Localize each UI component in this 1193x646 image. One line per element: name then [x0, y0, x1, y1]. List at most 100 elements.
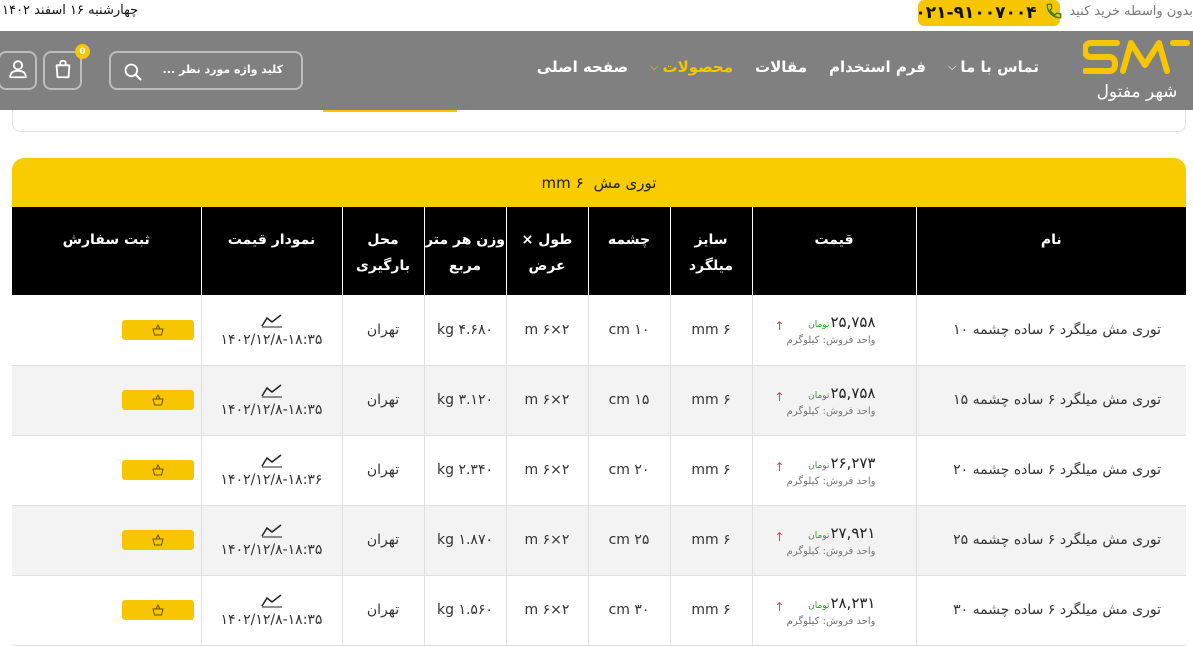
dimensions: ۲×۶ m — [505, 435, 588, 506]
price-currency: تومان — [808, 460, 830, 471]
mesh-size: ۳۰ cm — [587, 575, 670, 646]
column-header-rebar: سایز میلگرد — [669, 207, 752, 295]
price-currency: تومان — [808, 390, 830, 401]
phone-icon — [1045, 2, 1063, 24]
mesh-size: ۱۵ cm — [587, 365, 670, 436]
weight-per-m2: ۳.۱۲۰ kg — [423, 365, 506, 436]
cart-button[interactable] — [43, 51, 82, 90]
product-name[interactable]: توری مش میلگرد ۶ ساده چشمه ۱۰ — [915, 295, 1186, 366]
order-button[interactable] — [122, 460, 194, 480]
rebar-size: ۶ mm — [669, 575, 752, 646]
weight-per-m2: ۲.۳۴۰ kg — [423, 435, 506, 506]
arrow-up-icon: ↑ — [774, 459, 785, 474]
weight-per-m2: ۴.۶۸۰ kg — [423, 295, 506, 366]
price-value: ۲۸,۲۳۱ — [830, 593, 876, 612]
cart-count-badge: 0 — [75, 44, 90, 59]
price-currency: تومان — [808, 530, 830, 541]
phone-link[interactable]: ۰۲۱-۹۱۰۰۷۰۰۴ — [915, 0, 1063, 26]
nav-item-contact[interactable]: تماس با ما ⌵ — [948, 58, 1039, 76]
top-bar: چهارشنبه ۱۶ اسفند ۱۴۰۲ ۰۲۱-۹۱۰۰۷۰۰۴ بدون… — [0, 0, 1193, 31]
line-chart-icon[interactable] — [202, 522, 342, 538]
update-time: ۱۴۰۲/۱۲/۸-۱۸:۳۵ — [220, 402, 323, 418]
price-table: نام قیمت سایز میلگرد چشمه طول × عرض وزن … — [12, 207, 1186, 646]
order-button[interactable] — [122, 600, 194, 620]
column-header-weight: وزن هر متر مربع — [423, 207, 506, 295]
order-button[interactable] — [122, 390, 194, 410]
section-title-main: توری مش — [593, 174, 657, 192]
user-account-button[interactable] — [0, 51, 37, 90]
dropdown-panel-edge — [12, 110, 1186, 132]
price-cell: ۲۵,۷۵۸ تومان واحد فروش: کیلوگرم ↑ — [751, 365, 916, 436]
product-name[interactable]: توری مش میلگرد ۶ ساده چشمه ۱۵ — [915, 365, 1186, 436]
weight-per-m2: ۱.۵۶۰ kg — [423, 575, 506, 646]
weight-per-m2: ۱.۸۷۰ kg — [423, 505, 506, 576]
line-chart-icon[interactable] — [202, 382, 342, 398]
logo-subtitle: شهر مفتول — [1097, 82, 1178, 102]
price-chart-cell[interactable]: ۱۴۰۲/۱۲/۸-۱۸:۳۵ — [200, 365, 342, 436]
dimensions: ۲×۶ m — [505, 295, 588, 366]
nav-item-home[interactable]: صفحه اصلی — [537, 58, 628, 76]
table-row: توری مش میلگرد ۶ ساده چشمه ۲۰ ۲۶,۲۷۳ تومان… — [12, 435, 1186, 506]
order-cell — [12, 435, 201, 506]
rebar-size: ۶ mm — [669, 435, 752, 506]
sale-unit: واحد فروش: کیلوگرم — [786, 615, 876, 627]
order-cell — [12, 295, 201, 366]
price-chart-cell[interactable]: ۱۴۰۲/۱۲/۸-۱۸:۳۶ — [200, 435, 342, 506]
product-name[interactable]: توری مش میلگرد ۶ ساده چشمه ۳۰ — [915, 575, 1186, 646]
price-value: ۲۵,۷۵۸ — [830, 383, 876, 402]
price-cell: ۲۵,۷۵۸ تومان واحد فروش: کیلوگرم ↑ — [751, 295, 916, 366]
main-navbar: شهر مفتول صفحه اصلی محصولات ⌵ مقالات فرم … — [0, 31, 1193, 110]
line-chart-icon[interactable] — [202, 452, 342, 468]
price-chart-cell[interactable]: ۱۴۰۲/۱۲/۸-۱۸:۳۵ — [200, 295, 342, 366]
dimensions: ۲×۶ m — [505, 365, 588, 436]
sale-unit: واحد فروش: کیلوگرم — [786, 545, 876, 557]
arrow-up-icon: ↑ — [774, 529, 785, 544]
column-header-chart: نمودار قیمت — [200, 207, 342, 295]
price-chart-cell[interactable]: ۱۴۰۲/۱۲/۸-۱۸:۳۵ — [200, 505, 342, 576]
loading-location: تهران — [341, 505, 424, 576]
phone-number: ۰۲۱-۹۱۰۰۷۰۰۴ — [915, 3, 1037, 23]
nav-item-articles[interactable]: مقالات — [755, 58, 807, 76]
price-chart-cell[interactable]: ۱۴۰۲/۱۲/۸-۱۸:۳۵ — [200, 575, 342, 646]
order-button[interactable] — [122, 530, 194, 550]
order-button[interactable] — [122, 319, 194, 340]
nav-item-careers[interactable]: فرم استخدام — [829, 58, 926, 76]
table-row: توری مش میلگرد ۶ ساده چشمه ۲۵ ۲۷,۹۲۱ تومان… — [12, 505, 1186, 576]
nav-menu: صفحه اصلی محصولات ⌵ مقالات فرم استخدام تم… — [537, 58, 1039, 76]
sale-unit: واحد فروش: کیلوگرم — [786, 475, 876, 487]
nav-item-products[interactable]: محصولات ⌵ — [650, 58, 733, 76]
mesh-size: ۲۰ cm — [587, 435, 670, 506]
table-row: توری مش میلگرد ۶ ساده چشمه ۱۵ ۲۵,۷۵۸ تومان… — [12, 365, 1186, 436]
rebar-size: ۶ mm — [669, 295, 752, 366]
product-name[interactable]: توری مش میلگرد ۶ ساده چشمه ۲۰ — [915, 435, 1186, 506]
loading-location: تهران — [341, 295, 424, 366]
column-header-price: قیمت — [751, 207, 916, 295]
order-cell — [12, 505, 201, 576]
table-header-row: نام قیمت سایز میلگرد چشمه طول × عرض وزن … — [12, 207, 1186, 295]
price-value: ۲۶,۲۷۳ — [830, 453, 876, 472]
site-logo[interactable]: شهر مفتول — [1081, 35, 1191, 105]
buy-direct-text: بدون واسطه خرید کنید — [1069, 4, 1193, 19]
column-header-mesh: چشمه — [587, 207, 670, 295]
section-title: توری مش ۶ mm — [12, 158, 1186, 208]
price-cell: ۲۸,۲۳۱ تومان واحد فروش: کیلوگرم ↑ — [751, 575, 916, 646]
chevron-down-icon: ⌵ — [650, 60, 659, 73]
product-name[interactable]: توری مش میلگرد ۶ ساده چشمه ۲۵ — [915, 505, 1186, 576]
price-cell: ۲۶,۲۷۳ تومان واحد فروش: کیلوگرم ↑ — [751, 435, 916, 506]
arrow-up-icon: ↑ — [774, 319, 785, 333]
dimensions: ۲×۶ m — [505, 505, 588, 576]
search-placeholder: کلید واژه مورد نظر ... — [162, 63, 283, 76]
dimensions: ۲×۶ m — [505, 575, 588, 646]
mesh-size: ۱۰ cm — [587, 295, 670, 366]
order-cell — [12, 365, 201, 436]
line-chart-icon[interactable] — [202, 592, 342, 608]
price-value: ۲۵,۷۵۸ — [830, 313, 876, 332]
column-header-name: نام — [915, 207, 1186, 295]
price-currency: تومان — [808, 320, 830, 331]
arrow-up-icon: ↑ — [774, 389, 785, 404]
price-value: ۲۷,۹۲۱ — [830, 523, 876, 542]
line-chart-icon[interactable] — [202, 312, 342, 328]
column-header-order: ثبت سفارش — [62, 232, 150, 248]
sale-unit: واحد فروش: کیلوگرم — [786, 405, 876, 417]
search-input[interactable]: کلید واژه مورد نظر ... — [109, 51, 303, 90]
